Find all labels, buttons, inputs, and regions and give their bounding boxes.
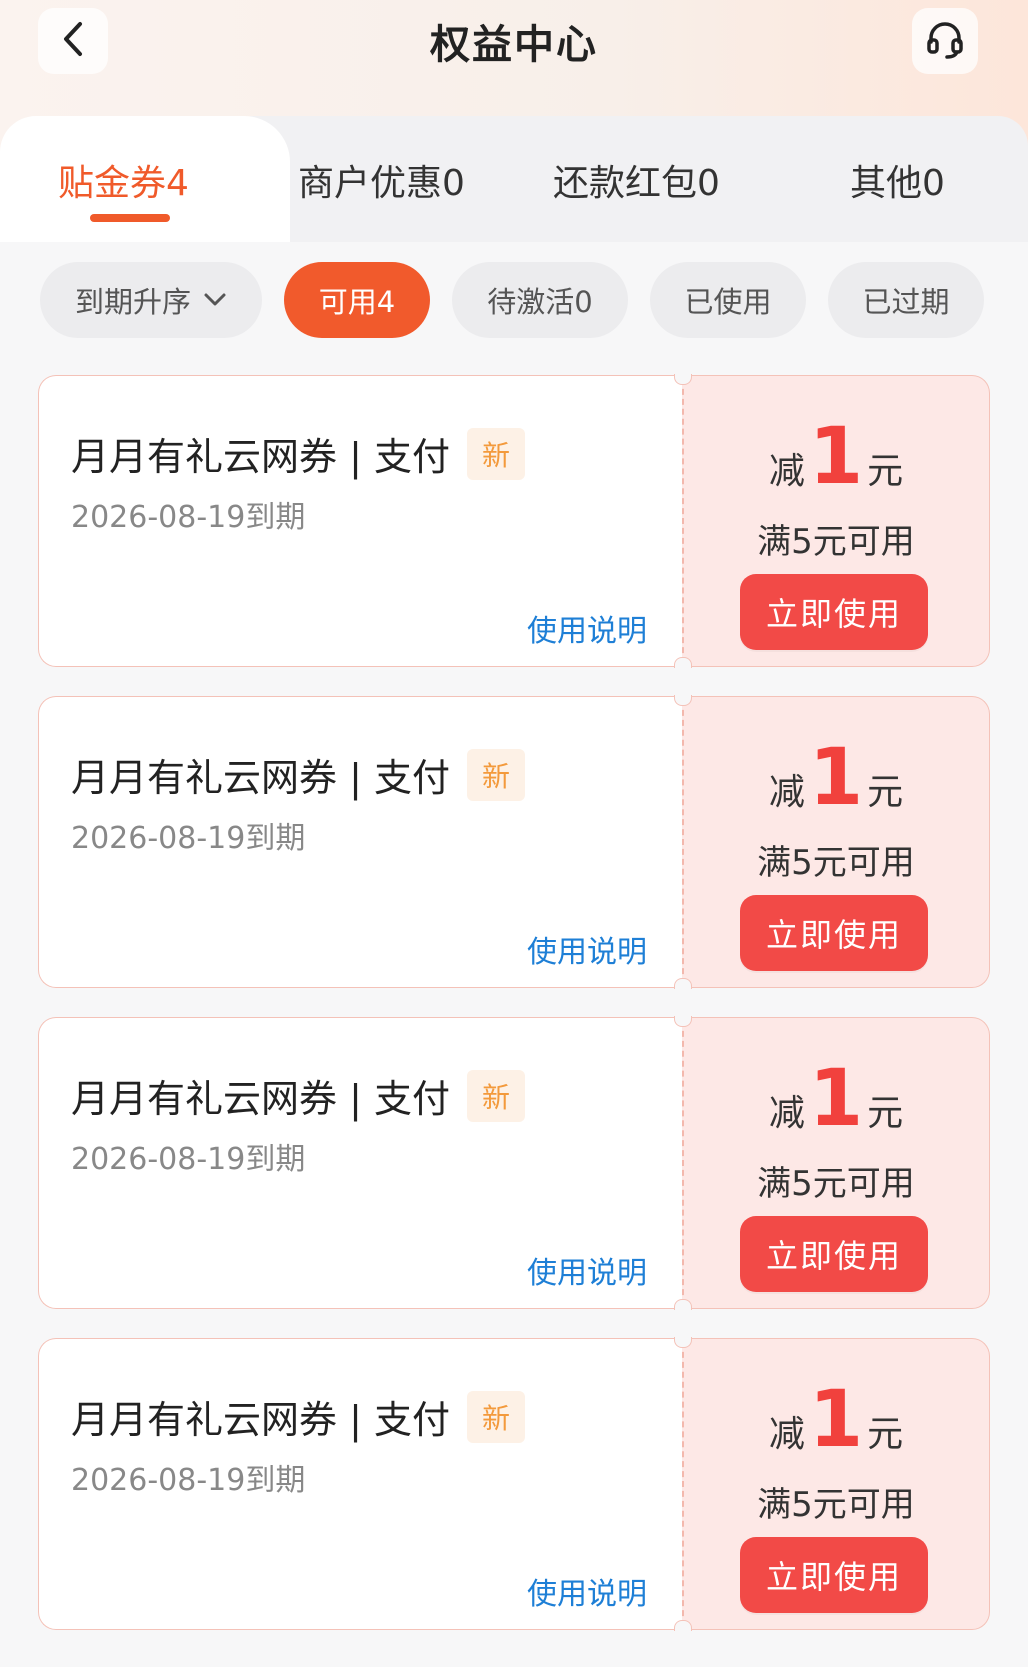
chevron-down-icon — [203, 292, 227, 308]
tab-other[interactable]: 其他0 — [850, 154, 945, 206]
coupon-notch — [674, 978, 692, 989]
category-tabs: 贴金券4 商户优惠0 还款红包0 其他0 — [0, 116, 1028, 242]
amount-value: 1 — [808, 733, 864, 823]
coupon-card: 月月有礼云网券 | 支付 新 2026-08-19到期 使用说明 减1 元 满5元… — [38, 1337, 990, 1632]
coupon-condition: 满5元可用 — [757, 843, 915, 883]
coupon-title: 月月有礼云网券 | 支付 — [71, 1077, 450, 1121]
usage-instructions-link[interactable]: 使用说明 — [527, 927, 647, 971]
coupon-title: 月月有礼云网券 | 支付 — [71, 1398, 450, 1442]
coupon-condition: 满5元可用 — [757, 1485, 915, 1525]
coupon-divider — [682, 1342, 684, 1626]
coupon-content: 到期升序 可用4 待激活0 已使用 已过期 月月有礼云网券 | 支付 新 202… — [0, 242, 1028, 1667]
coupon-value-panel: 减1 元 满5元可用 立即使用 — [682, 1338, 990, 1630]
use-now-button[interactable]: 立即使用 — [740, 574, 928, 650]
sort-label: 到期升序 — [74, 285, 191, 319]
coupon-info: 月月有礼云网券 | 支付 新 2026-08-19到期 使用说明 — [38, 696, 682, 988]
coupon-amount: 减1 元 — [682, 733, 990, 823]
use-now-button[interactable]: 立即使用 — [740, 1216, 928, 1292]
active-tab-indicator — [90, 214, 170, 222]
coupon-condition: 满5元可用 — [757, 1164, 915, 1204]
amount-prefix: 减 — [768, 772, 805, 813]
coupon-expiry: 2026-08-19到期 — [71, 821, 306, 856]
coupon-divider — [682, 379, 684, 663]
chip-pending-activation[interactable]: 待激活0 — [452, 262, 628, 338]
amount-prefix: 减 — [768, 451, 805, 492]
coupon-condition: 满5元可用 — [757, 522, 915, 562]
customer-service-button[interactable] — [912, 8, 978, 74]
chip-used[interactable]: 已使用 — [650, 262, 806, 338]
tab-repayment-red-packets[interactable]: 还款红包0 — [553, 154, 720, 206]
headset-icon — [924, 18, 966, 64]
amount-prefix: 减 — [768, 1414, 805, 1455]
coupon-notch — [674, 657, 692, 668]
use-now-button[interactable]: 立即使用 — [740, 1537, 928, 1613]
coupon-notch — [674, 1620, 692, 1631]
coupon-info: 月月有礼云网券 | 支付 新 2026-08-19到期 使用说明 — [38, 1338, 682, 1630]
amount-unit: 元 — [867, 772, 904, 813]
coupon-value-panel: 减1 元 满5元可用 立即使用 — [682, 696, 990, 988]
usage-instructions-link[interactable]: 使用说明 — [527, 1248, 647, 1292]
amount-value: 1 — [808, 412, 864, 502]
coupon-notch — [674, 1299, 692, 1310]
coupon-divider — [682, 1021, 684, 1305]
coupon-amount: 减1 元 — [682, 1375, 990, 1465]
usage-instructions-link[interactable]: 使用说明 — [527, 606, 647, 650]
coupon-info: 月月有礼云网券 | 支付 新 2026-08-19到期 使用说明 — [38, 1017, 682, 1309]
chip-expired[interactable]: 已过期 — [828, 262, 984, 338]
new-badge: 新 — [467, 1391, 525, 1443]
amount-unit: 元 — [867, 1414, 904, 1455]
coupon-amount: 减1 元 — [682, 1054, 990, 1144]
coupon-expiry: 2026-08-19到期 — [71, 1142, 306, 1177]
amount-unit: 元 — [867, 451, 904, 492]
amount-value: 1 — [808, 1054, 864, 1144]
coupon-expiry: 2026-08-19到期 — [71, 1463, 306, 1498]
usage-instructions-link[interactable]: 使用说明 — [527, 1569, 647, 1613]
coupon-title: 月月有礼云网券 | 支付 — [71, 435, 450, 479]
page-title: 权益中心 — [430, 22, 598, 68]
coupon-expiry: 2026-08-19到期 — [71, 500, 306, 535]
amount-value: 1 — [808, 1375, 864, 1465]
sort-dropdown[interactable]: 到期升序 — [40, 262, 262, 338]
filter-bar: 到期升序 可用4 待激活0 已使用 已过期 — [0, 242, 1028, 352]
chip-available[interactable]: 可用4 — [284, 262, 430, 338]
tab-merchant-offers[interactable]: 商户优惠0 — [298, 154, 465, 206]
amount-prefix: 减 — [768, 1093, 805, 1134]
coupon-info: 月月有礼云网券 | 支付 新 2026-08-19到期 使用说明 — [38, 375, 682, 667]
new-badge: 新 — [467, 1070, 525, 1122]
coupon-value-panel: 减1 元 满5元可用 立即使用 — [682, 375, 990, 667]
new-badge: 新 — [467, 749, 525, 801]
tab-gold-coupons[interactable]: 贴金券4 — [58, 154, 189, 206]
use-now-button[interactable]: 立即使用 — [740, 895, 928, 971]
coupon-card: 月月有礼云网券 | 支付 新 2026-08-19到期 使用说明 减1 元 满5元… — [38, 695, 990, 990]
coupon-card: 月月有礼云网券 | 支付 新 2026-08-19到期 使用说明 减1 元 满5元… — [38, 374, 990, 669]
header: 权益中心 — [0, 0, 1028, 90]
coupon-amount: 减1 元 — [682, 412, 990, 502]
coupon-card: 月月有礼云网券 | 支付 新 2026-08-19到期 使用说明 减1 元 满5元… — [38, 1016, 990, 1311]
coupon-value-panel: 减1 元 满5元可用 立即使用 — [682, 1017, 990, 1309]
new-badge: 新 — [467, 428, 525, 480]
coupon-title: 月月有礼云网券 | 支付 — [71, 756, 450, 800]
coupon-divider — [682, 700, 684, 984]
amount-unit: 元 — [867, 1093, 904, 1134]
